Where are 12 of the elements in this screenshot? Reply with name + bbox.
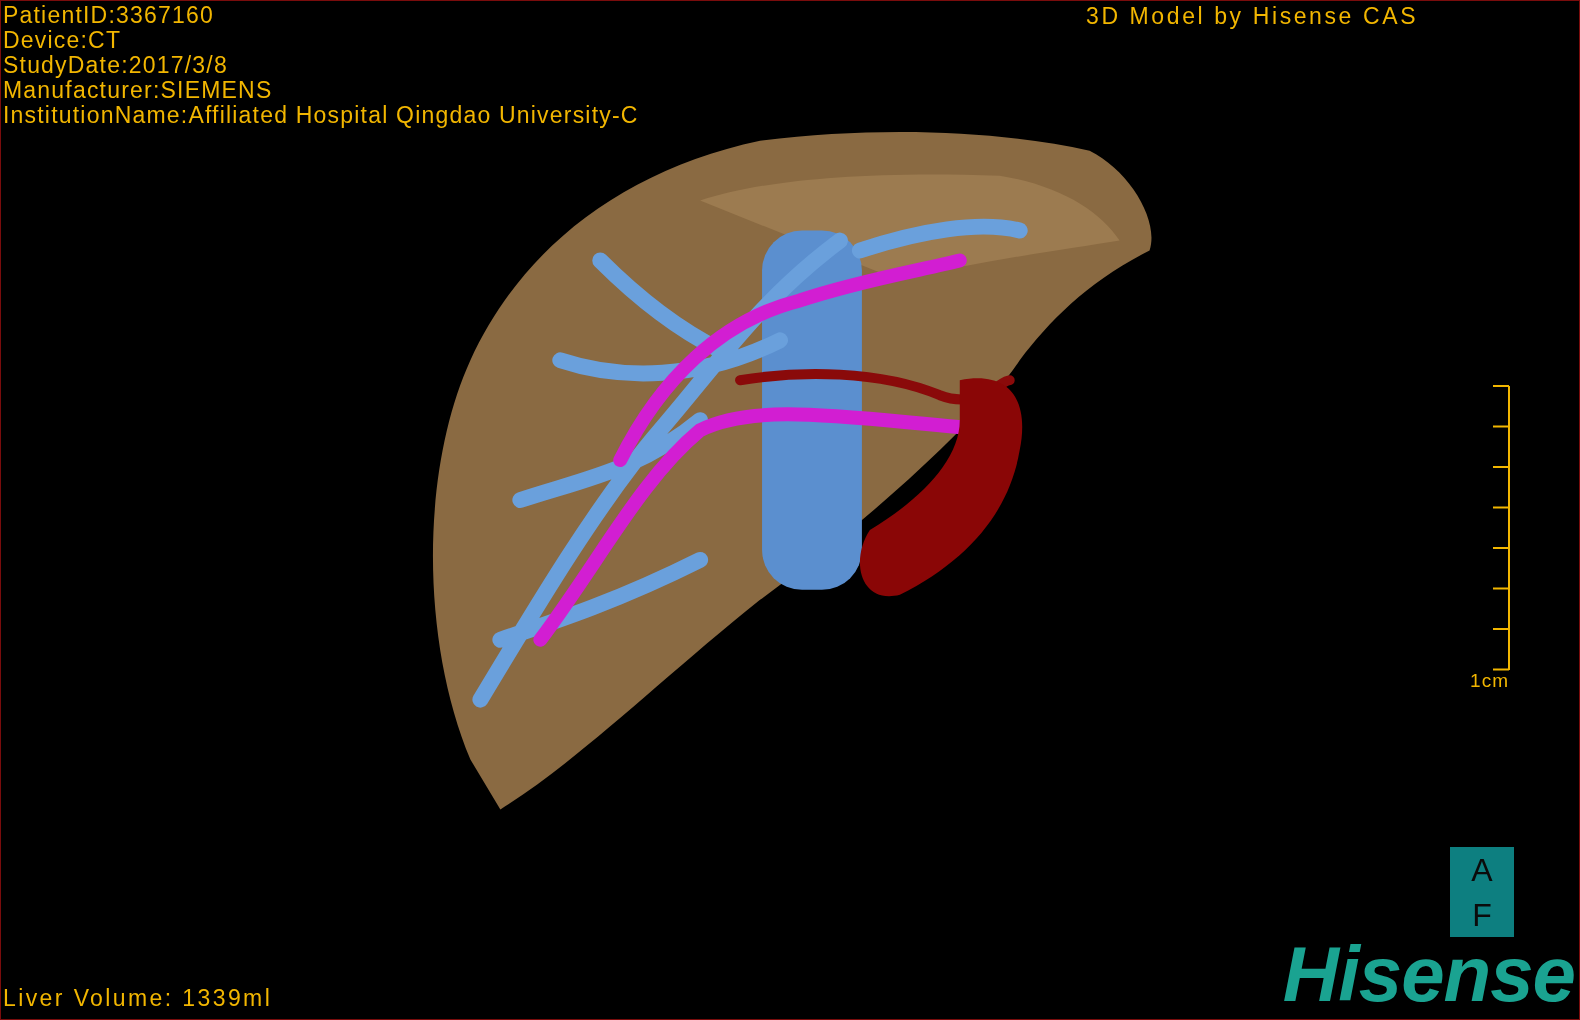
orientation-cube[interactable]: A F (1450, 847, 1514, 937)
orientation-label: A (1471, 851, 1493, 888)
orientation-label: F (1472, 896, 1492, 933)
liver-volume: Liver Volume: 1339ml (3, 986, 273, 1011)
viewer-title: 3D Model by Hisense CAS (1086, 4, 1419, 29)
patient-info-line: Manufacturer:SIEMENS (3, 78, 274, 103)
patient-info-line: StudyDate:2017/3/8 (3, 53, 229, 78)
patient-info-line: InstitutionName:Affiliated Hospital Qingdao University-C (3, 103, 639, 128)
patient-info-line: Device:CT (3, 28, 123, 53)
brand-logo: Hisense (1282, 935, 1575, 1013)
scale-label: 1cm (1470, 671, 1509, 691)
patient-info-line: PatientID:3367160 (3, 3, 215, 28)
